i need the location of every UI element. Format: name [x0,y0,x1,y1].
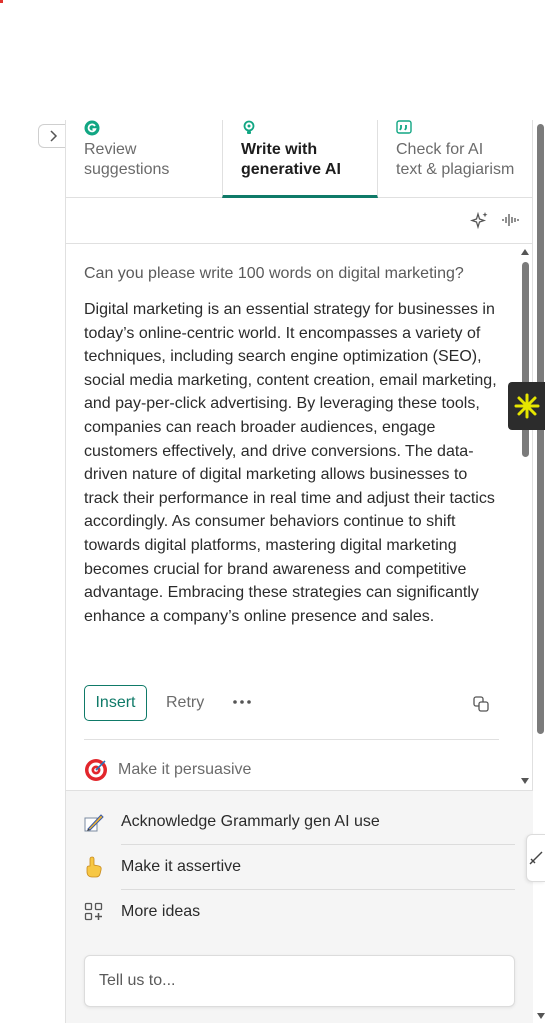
prompt-input[interactable] [99,970,499,992]
suggestion-label: Make it assertive [121,857,242,875]
suggestion-label: Acknowledge Grammarly gen AI use [121,812,380,830]
grid-plus-icon [84,902,104,922]
assistant-panel: Review suggestions Write with generative… [65,120,533,1023]
content-scrollbar[interactable] [521,248,529,788]
voice-waveform-icon[interactable] [500,210,520,230]
sparkle-icon[interactable] [470,210,490,230]
copy-icon[interactable] [472,695,490,713]
tab-label: Check for AI text & plagiarism [396,141,515,178]
collapse-panel-button[interactable] [38,124,66,148]
user-prompt: Can you please write 100 words on digita… [84,265,464,282]
tab-label: Review suggestions [84,141,170,178]
tab-write-generative-ai[interactable]: Write with generative AI [222,120,378,198]
target-icon [85,759,107,781]
suggestion-label: More ideas [121,902,201,920]
quote-icon [396,120,412,134]
tab-bar: Review suggestions Write with generative… [66,120,533,198]
suggestion-make-assertive[interactable]: Make it assertive [84,844,515,889]
lightbulb-icon [243,120,255,134]
ai-response: Digital marketing is an essential strate… [84,301,497,625]
scroll-up-arrow-icon[interactable] [521,248,529,256]
suggestion-acknowledge-ai-use[interactable]: Acknowledge Grammarly gen AI use [84,799,515,844]
toolbar [66,198,533,244]
more-options-icon[interactable] [231,694,253,710]
suggestion-make-persuasive[interactable]: Make it persuasive [84,757,251,783]
tab-check-ai-plagiarism[interactable]: Check for AI text & plagiarism [378,120,534,198]
retry-button[interactable]: Retry [166,685,204,721]
asterisk-logo-icon [514,393,539,419]
grammarly-g-icon [84,120,100,136]
tab-label: Write with generative AI [241,141,341,178]
suggestion-more-ideas[interactable]: More ideas [84,889,515,934]
pointing-finger-icon [84,856,104,877]
indicator-dot [0,0,3,3]
conversation-area: Can you please write 100 words on digita… [66,245,533,790]
suggestion-label: Make it persuasive [118,761,252,778]
pen-slash-icon [529,851,543,865]
page-scroll-down-arrow-icon[interactable] [537,1012,545,1020]
insert-button[interactable]: Insert [84,685,147,721]
suggestions-list: Acknowledge Grammarly gen AI use Make it… [66,790,533,1023]
chevron-right-icon [49,130,57,142]
tab-review-suggestions[interactable]: Review suggestions [66,120,222,198]
side-tab-button[interactable] [526,834,545,882]
prompt-input-box [84,955,515,1007]
pencil-memo-icon [84,812,104,832]
scroll-down-arrow-icon[interactable] [521,777,529,785]
divider [84,739,499,740]
floating-widget-button[interactable] [508,382,545,430]
